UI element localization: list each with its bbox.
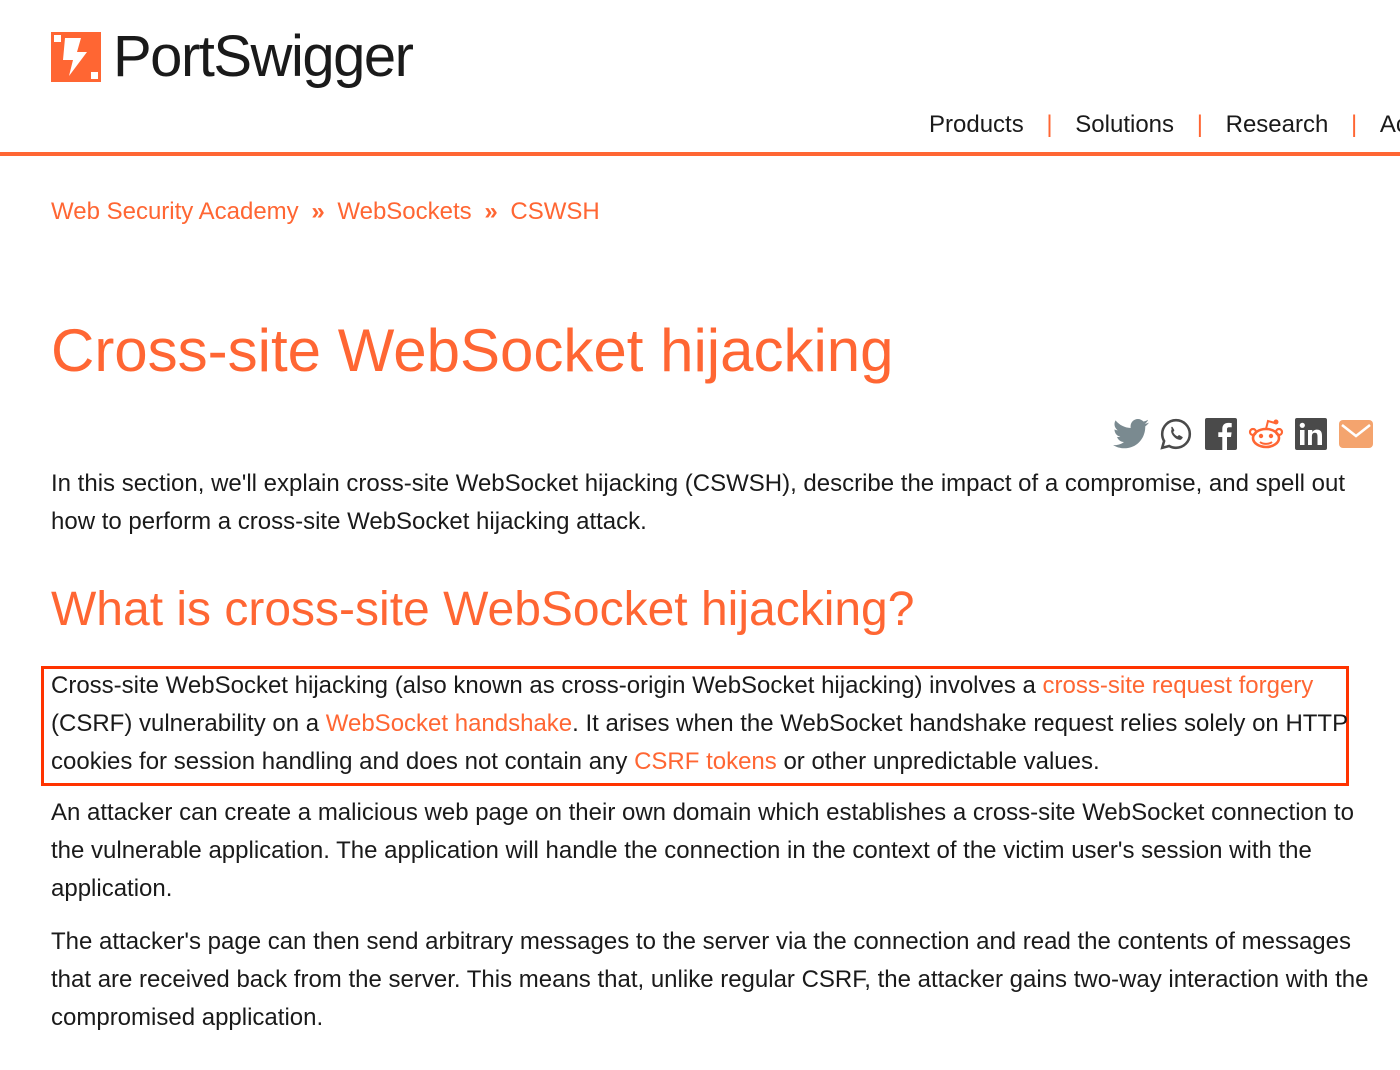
- breadcrumb-websockets[interactable]: WebSockets: [337, 198, 471, 225]
- intro-paragraph: In this section, we'll explain cross-sit…: [51, 470, 1346, 535]
- nav-separator: |: [1196, 111, 1203, 138]
- nav-item-solutions[interactable]: Solutions: [1075, 110, 1174, 140]
- nav-item-academy[interactable]: Aca: [1380, 110, 1400, 140]
- definition-paragraph: Cross-site WebSocket hijacking (also kno…: [51, 667, 1351, 781]
- breadcrumb-separator: »: [484, 198, 498, 225]
- brand-name: PortSwigger: [113, 24, 414, 89]
- breadcrumb-web-security-academy[interactable]: Web Security Academy: [51, 198, 299, 225]
- breadcrumb-separator: »: [311, 198, 325, 225]
- breadcrumb: Web Security Academy » WebSockets » CSWS…: [51, 197, 600, 227]
- breadcrumb-cswsh[interactable]: CSWSH: [510, 198, 599, 225]
- nav-separator: |: [1046, 111, 1053, 138]
- csrf-link[interactable]: cross-site request forgery: [1043, 672, 1314, 699]
- whatsapp-icon[interactable]: [1155, 416, 1197, 452]
- page-title: Cross-site WebSocket hijacking: [51, 317, 894, 384]
- definition-text: or other unpredictable values.: [776, 748, 1100, 775]
- facebook-icon[interactable]: [1200, 416, 1242, 452]
- twitter-icon[interactable]: [1110, 416, 1152, 452]
- share-bar: [1110, 416, 1380, 452]
- csrf-tokens-link[interactable]: CSRF tokens: [634, 748, 777, 775]
- portswigger-logo-icon: [51, 32, 101, 82]
- definition-text: (CSRF) vulnerability on a: [51, 710, 326, 737]
- nav-item-research[interactable]: Research: [1226, 110, 1329, 140]
- attacker-page-paragraph: The attacker's page can then send arbitr…: [51, 928, 1369, 1031]
- portswigger-logo[interactable]: PortSwigger: [51, 24, 414, 89]
- header-divider: [0, 152, 1400, 156]
- nav-item-products[interactable]: Products: [929, 110, 1024, 140]
- top-nav: Products | Solutions | Research | Aca: [929, 110, 1400, 140]
- nav-separator: |: [1351, 111, 1358, 138]
- linkedin-icon[interactable]: [1290, 416, 1332, 452]
- websocket-handshake-link[interactable]: WebSocket handshake: [326, 710, 572, 737]
- reddit-icon[interactable]: [1245, 416, 1287, 452]
- attacker-paragraph: An attacker can create a malicious web p…: [51, 799, 1354, 902]
- definition-text: Cross-site WebSocket hijacking (also kno…: [51, 672, 1043, 699]
- section-heading: What is cross-site WebSocket hijacking?: [51, 583, 915, 636]
- email-icon[interactable]: [1335, 416, 1377, 452]
